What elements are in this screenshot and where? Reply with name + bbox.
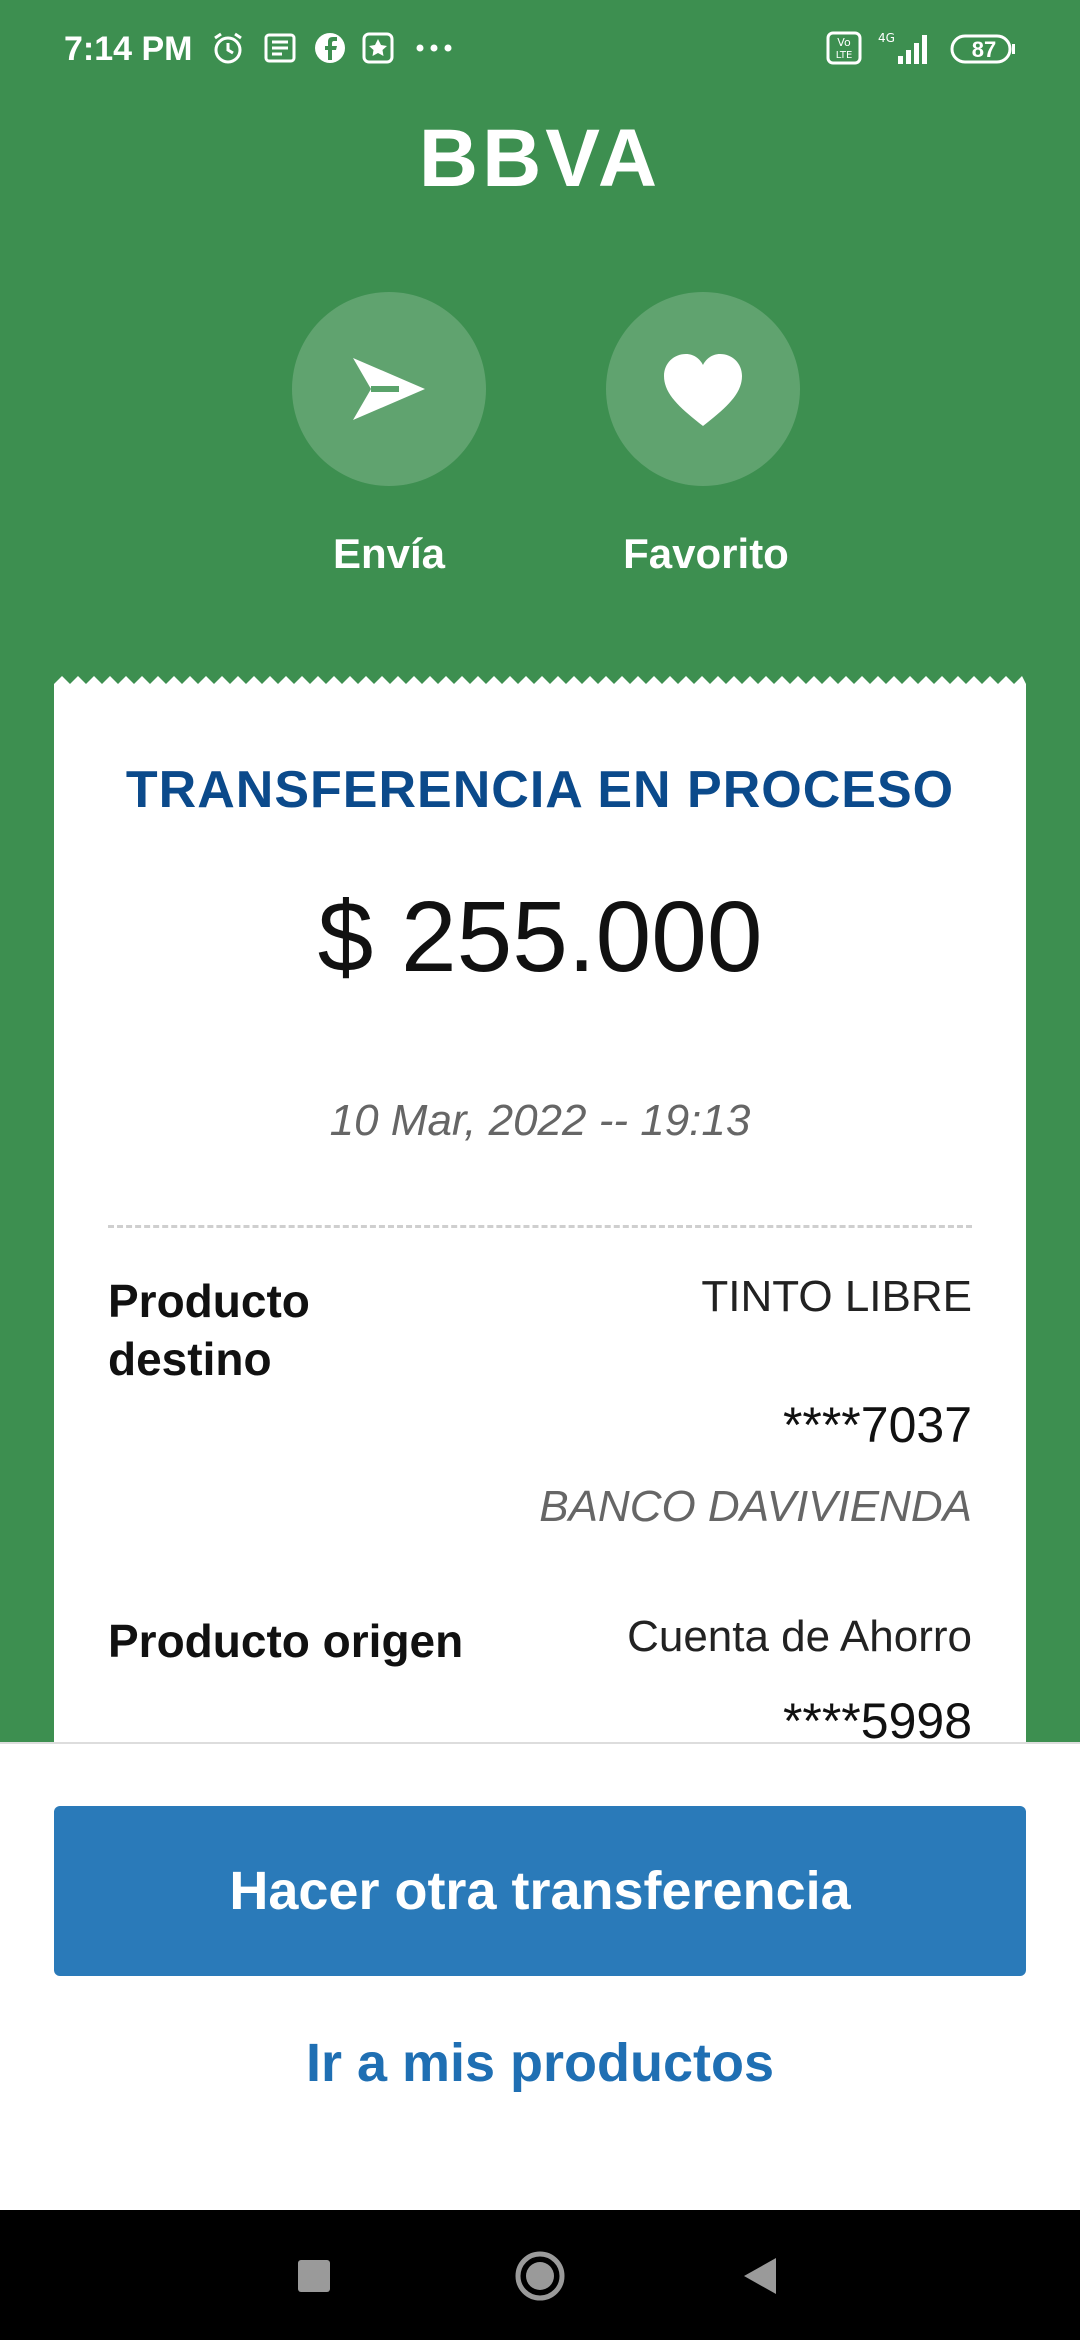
origin-name: Cuenta de Ahorro <box>627 1612 972 1661</box>
facebook-icon <box>312 30 348 71</box>
favorite-action-button[interactable] <box>606 292 800 486</box>
signal-4g-icon: 4G <box>874 30 934 71</box>
heart-icon <box>664 354 742 426</box>
destination-bank: BANCO DAVIVIENDA <box>539 1482 972 1531</box>
battery-level: 87 <box>971 37 997 62</box>
svg-text:LTE: LTE <box>836 50 853 61</box>
back-button[interactable] <box>742 2256 778 2301</box>
my-products-link[interactable]: Ir a mis productos <box>0 2032 1080 2094</box>
receipt-title: TRANSFERENCIA EN PROCESO <box>125 761 955 819</box>
new-transfer-button[interactable]: Hacer otra transferencia <box>54 1806 1026 1976</box>
alarm-icon <box>210 30 246 71</box>
volte-icon: Vo LTE <box>826 30 862 71</box>
favorite-label[interactable]: Favorito <box>556 530 856 578</box>
transfer-amount: $ 255.000 <box>317 881 763 993</box>
origin-label: Producto origen <box>108 1615 464 1667</box>
origin-account: ****5998 <box>782 1693 972 1742</box>
home-button[interactable] <box>514 2250 566 2307</box>
svg-text:4G: 4G <box>878 31 895 45</box>
status-time: 7:14 PM <box>64 30 193 68</box>
divider <box>108 1225 972 1228</box>
send-icon <box>353 358 425 420</box>
destination-name: TINTO LIBRE <box>701 1272 972 1321</box>
back-triangle-icon <box>744 2258 776 2294</box>
square-icon <box>298 2260 330 2292</box>
bottom-action-panel: Hacer otra transferencia Ir a mis produc… <box>0 1742 1080 2212</box>
recents-button[interactable] <box>298 2260 330 2297</box>
send-action-button[interactable] <box>292 292 486 486</box>
circle-icon <box>515 2251 565 2301</box>
transfer-date: 10 Mar, 2022 -- 19:13 <box>329 1096 751 1145</box>
more-dots-icon <box>414 30 454 71</box>
svg-text:Vo: Vo <box>837 36 851 49</box>
destination-label: Producto destino <box>108 1275 310 1385</box>
star-app-icon <box>360 30 396 71</box>
system-navigation-bar <box>0 2210 1080 2340</box>
bbva-logo: BBVA <box>418 113 662 204</box>
destination-account: ****7037 <box>782 1397 972 1453</box>
transfer-receipt-card: TRANSFERENCIA EN PROCESO $ 255.000 10 Ma… <box>54 690 1026 1742</box>
status-bar: 7:14 PM Vo LTE 4G 87 <box>0 0 1080 100</box>
send-label[interactable]: Envía <box>239 530 539 578</box>
news-icon <box>262 30 298 71</box>
